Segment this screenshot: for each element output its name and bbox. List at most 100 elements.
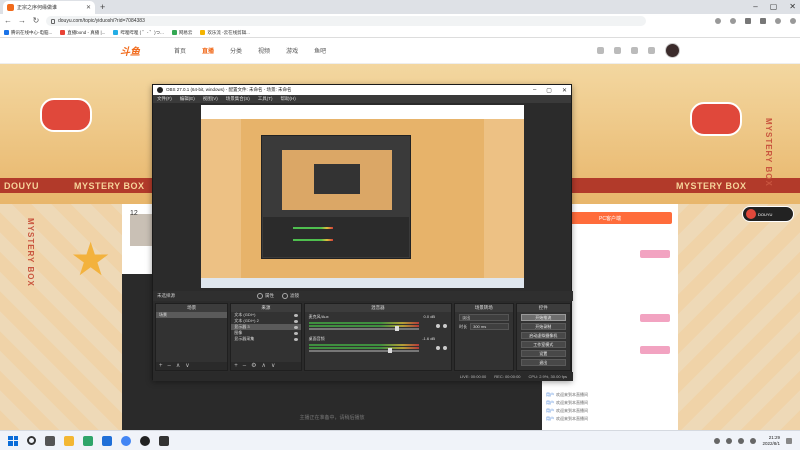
- menu-help[interactable]: 帮助(H): [281, 96, 296, 102]
- window-controls: – ▢ ✕: [753, 1, 796, 12]
- wifi-icon[interactable]: [738, 437, 745, 444]
- obs-maximize-icon[interactable]: ▢: [546, 87, 552, 94]
- move-down-icon[interactable]: ∨: [185, 362, 189, 370]
- exit-button[interactable]: 退出: [520, 359, 566, 366]
- site-logo[interactable]: 斗鱼: [120, 43, 140, 58]
- bookmark-item[interactable]: 欢乐流 -云在线剪辑...: [200, 30, 250, 36]
- nav-video[interactable]: 视频: [258, 46, 270, 55]
- file-explorer-icon[interactable]: [64, 435, 74, 446]
- volume-icon[interactable]: [750, 437, 757, 444]
- source-item[interactable]: 显示器采集: [231, 336, 300, 342]
- user-avatar[interactable]: [665, 43, 680, 58]
- bookmark-item[interactable]: 哔哩哔哩 ( ゜- ゜)つ...: [113, 30, 164, 36]
- move-down-icon[interactable]: ∨: [271, 362, 275, 370]
- close-window-icon[interactable]: ✕: [789, 1, 796, 12]
- app-taskbar-icon[interactable]: [159, 435, 169, 446]
- nav-category[interactable]: 分类: [230, 46, 242, 55]
- menu-file[interactable]: 文件(F): [157, 96, 172, 102]
- bookmark-item[interactable]: 直播bond - 真播 |...: [60, 30, 105, 36]
- close-tab-icon[interactable]: ✕: [86, 4, 91, 11]
- add-icon[interactable]: +: [159, 362, 163, 370]
- start-recording-button[interactable]: 开始录制: [520, 323, 566, 330]
- star-icon[interactable]: [730, 18, 736, 24]
- volume-slider[interactable]: [308, 328, 419, 330]
- menu-scene-collection[interactable]: 场景集合(S): [226, 96, 250, 102]
- browser-tab[interactable]: 正宗之序何缘做谁 ✕: [3, 1, 95, 14]
- obs-taskbar-icon[interactable]: [140, 435, 150, 446]
- chrome-icon[interactable]: [121, 435, 131, 446]
- start-streaming-button[interactable]: 开始推流: [520, 314, 566, 321]
- bookmark-item[interactable]: 网易云: [171, 30, 192, 36]
- speaker-icon[interactable]: [436, 324, 441, 328]
- gear-icon[interactable]: [443, 346, 448, 350]
- gift-badge[interactable]: [640, 314, 670, 322]
- nav-live[interactable]: 直播: [202, 46, 214, 55]
- new-tab-button[interactable]: +: [100, 2, 105, 12]
- task-view-icon[interactable]: [45, 435, 55, 446]
- history-icon[interactable]: [597, 47, 604, 54]
- store-icon[interactable]: [102, 435, 112, 446]
- properties-button[interactable]: 属性: [257, 292, 274, 299]
- ime-icon[interactable]: [726, 437, 733, 444]
- settings-button[interactable]: 设置: [520, 350, 566, 357]
- edge-icon[interactable]: [83, 435, 93, 446]
- minimize-icon[interactable]: –: [753, 1, 757, 12]
- clock[interactable]: 21:29 2022/8/1: [762, 435, 780, 447]
- menu-tools[interactable]: 工具(T): [258, 96, 273, 102]
- volume-knob[interactable]: [388, 348, 393, 353]
- search-icon[interactable]: [27, 436, 36, 445]
- speaker-icon[interactable]: [436, 346, 441, 350]
- remove-icon[interactable]: –: [168, 362, 171, 370]
- remove-icon[interactable]: –: [243, 362, 246, 370]
- obs-close-icon[interactable]: ✕: [562, 87, 567, 94]
- reload-icon[interactable]: ↻: [32, 16, 40, 26]
- maximize-icon[interactable]: ▢: [770, 1, 778, 12]
- eye-icon[interactable]: [293, 313, 298, 317]
- forward-icon[interactable]: →: [18, 16, 26, 26]
- address-bar[interactable]: douyu.com/topic/yiduoshi?rid=7084383: [46, 16, 646, 26]
- start-icon[interactable]: [8, 435, 18, 446]
- gift-badge[interactable]: [640, 346, 670, 354]
- share-icon[interactable]: [715, 18, 721, 24]
- extensions-icon[interactable]: [745, 18, 751, 24]
- gear-icon[interactable]: ⚙: [251, 362, 256, 370]
- obs-preview[interactable]: [201, 105, 524, 288]
- back-icon[interactable]: ←: [4, 16, 12, 26]
- chevron-up-icon[interactable]: [714, 437, 721, 444]
- scene-item[interactable]: 场景: [156, 312, 228, 318]
- eye-icon[interactable]: [293, 325, 298, 329]
- menu-icon[interactable]: [790, 18, 796, 24]
- nav-home[interactable]: 首页: [174, 46, 186, 55]
- menu-view[interactable]: 视图(V): [203, 96, 218, 102]
- mixer-dock-title: 混音器: [304, 304, 452, 312]
- preview-meter: [293, 227, 333, 229]
- sidebar-icon[interactable]: [760, 18, 766, 24]
- volume-slider[interactable]: [308, 350, 419, 352]
- message-icon[interactable]: [648, 47, 655, 54]
- studio-mode-button[interactable]: 工作室模式: [520, 341, 566, 348]
- floating-widget[interactable]: DOUYU: [742, 206, 794, 222]
- volume-knob[interactable]: [395, 326, 400, 331]
- profile-icon[interactable]: [775, 18, 781, 24]
- preview-side-right: [484, 119, 524, 278]
- follow-icon[interactable]: [614, 47, 621, 54]
- menu-edit[interactable]: 编辑(E): [180, 96, 195, 102]
- move-up-icon[interactable]: ∧: [176, 362, 180, 370]
- nav-game[interactable]: 游戏: [286, 46, 298, 55]
- filters-button[interactable]: 滤镜: [282, 292, 299, 299]
- eye-icon[interactable]: [293, 319, 298, 323]
- bookmark-item[interactable]: 腾讯在线中心-电脑...: [4, 30, 52, 36]
- duration-input[interactable]: 300 ms: [470, 323, 509, 330]
- transition-type-select[interactable]: 淡出: [459, 314, 509, 321]
- eye-icon[interactable]: [293, 331, 298, 335]
- move-up-icon[interactable]: ∧: [262, 362, 266, 370]
- add-icon[interactable]: +: [234, 362, 238, 370]
- gift-badge[interactable]: [640, 250, 670, 258]
- virtual-camera-button[interactable]: 启动虚拟摄像机: [520, 332, 566, 339]
- eye-icon[interactable]: [293, 337, 298, 341]
- nav-yuba[interactable]: 鱼吧: [314, 46, 326, 55]
- gear-icon[interactable]: [443, 324, 448, 328]
- notification-icon[interactable]: [786, 437, 792, 444]
- obs-minimize-icon[interactable]: –: [533, 87, 536, 94]
- download-icon[interactable]: [631, 47, 638, 54]
